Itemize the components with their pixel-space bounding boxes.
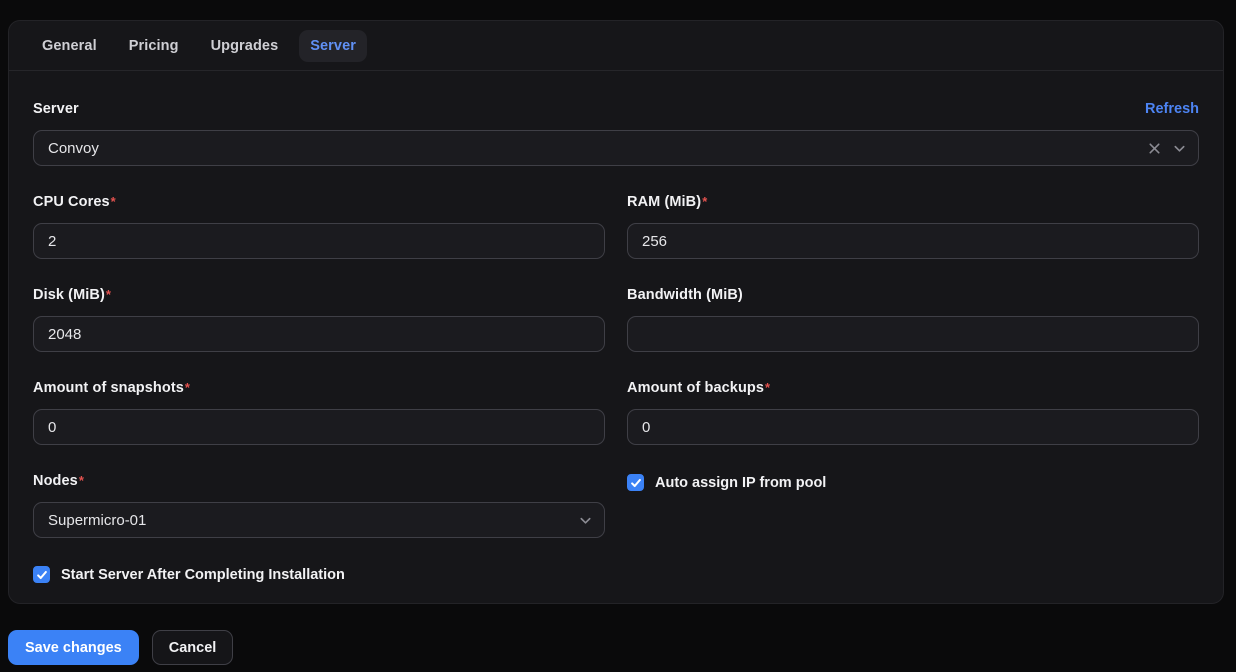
backups-label: Amount of backups* xyxy=(627,380,771,396)
start-server-label: Start Server After Completing Installati… xyxy=(61,566,345,583)
settings-card: General Pricing Upgrades Server Server R… xyxy=(8,20,1224,604)
disk-input[interactable] xyxy=(33,316,605,352)
disk-group: Disk (MiB)* xyxy=(33,287,605,352)
cpu-cores-group: CPU Cores* xyxy=(33,194,605,259)
cpu-cores-label: CPU Cores* xyxy=(33,194,116,210)
start-server-checkbox[interactable] xyxy=(33,566,50,583)
clear-selection-icon[interactable] xyxy=(1147,141,1162,156)
tab-pricing[interactable]: Pricing xyxy=(118,30,190,62)
save-button[interactable]: Save changes xyxy=(8,630,139,665)
nodes-select-value: Supermicro-01 xyxy=(48,511,147,529)
server-picker-group: Server Refresh Convoy xyxy=(33,101,1199,166)
cpu-cores-input[interactable] xyxy=(33,223,605,259)
server-label: Server xyxy=(33,101,79,117)
ram-label: RAM (MiB)* xyxy=(627,194,708,210)
auto-assign-ip-checkbox-row[interactable]: Auto assign IP from pool xyxy=(627,474,1199,491)
bandwidth-input[interactable] xyxy=(627,316,1199,352)
nodes-group: Nodes* Supermicro-01 xyxy=(33,473,605,538)
cancel-button[interactable]: Cancel xyxy=(151,630,234,665)
ram-input[interactable] xyxy=(627,223,1199,259)
bandwidth-label: Bandwidth (MiB) xyxy=(627,287,743,303)
tab-general[interactable]: General xyxy=(31,30,108,62)
server-select-value: Convoy xyxy=(48,139,99,157)
snapshots-input[interactable] xyxy=(33,409,605,445)
required-asterisk: * xyxy=(105,287,112,302)
disk-label: Disk (MiB)* xyxy=(33,287,112,303)
required-asterisk: * xyxy=(765,380,771,395)
snapshots-label: Amount of snapshots* xyxy=(33,380,191,396)
bandwidth-group: Bandwidth (MiB) xyxy=(627,287,1199,352)
backups-group: Amount of backups* xyxy=(627,380,1199,445)
tab-server[interactable]: Server xyxy=(299,29,367,62)
checkmark-icon xyxy=(36,570,47,579)
nodes-select[interactable]: Supermicro-01 xyxy=(33,502,605,538)
auto-assign-ip-label: Auto assign IP from pool xyxy=(655,474,827,491)
tab-upgrades[interactable]: Upgrades xyxy=(200,30,290,62)
chevron-down-icon[interactable] xyxy=(1172,141,1187,156)
snapshots-group: Amount of snapshots* xyxy=(33,380,605,445)
ram-group: RAM (MiB)* xyxy=(627,194,1199,259)
required-asterisk: * xyxy=(184,380,191,395)
form-actions: Save changes Cancel xyxy=(8,630,1236,665)
backups-input[interactable] xyxy=(627,409,1199,445)
chevron-down-icon[interactable] xyxy=(578,513,593,528)
nodes-label: Nodes* xyxy=(33,473,84,489)
start-server-checkbox-row[interactable]: Start Server After Completing Installati… xyxy=(33,566,1199,583)
required-asterisk: * xyxy=(702,194,708,209)
checkmark-icon xyxy=(630,478,641,487)
server-select[interactable]: Convoy xyxy=(33,130,1199,166)
refresh-link[interactable]: Refresh xyxy=(1145,101,1199,117)
server-tab-content: Server Refresh Convoy CPU Cores* 2 RAM (… xyxy=(9,71,1223,609)
tab-bar: General Pricing Upgrades Server xyxy=(9,21,1223,71)
required-asterisk: * xyxy=(78,473,84,488)
required-asterisk: * xyxy=(110,194,116,209)
auto-assign-ip-checkbox[interactable] xyxy=(627,474,644,491)
